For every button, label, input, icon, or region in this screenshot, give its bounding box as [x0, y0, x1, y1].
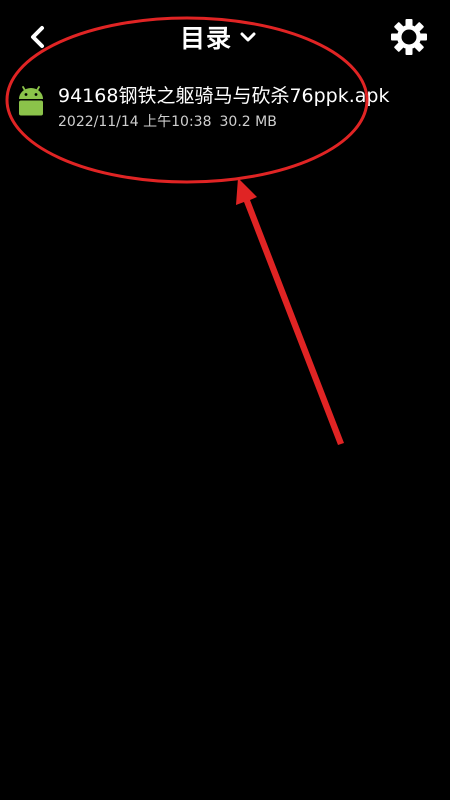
file-name: 94168钢铁之躯骑马与砍杀76ppk.apk	[58, 85, 390, 107]
annotation-arrow	[236, 178, 344, 445]
gear-icon	[391, 19, 427, 55]
top-bar: 目录	[0, 0, 450, 76]
back-button[interactable]	[22, 20, 56, 54]
settings-button[interactable]	[388, 16, 430, 58]
chevron-left-icon	[31, 26, 44, 48]
chevron-down-icon	[240, 32, 256, 42]
android-icon	[19, 86, 43, 116]
directory-dropdown[interactable]: 目录	[180, 18, 258, 56]
file-meta: 2022/11/14 上午10:38 30.2 MB	[58, 111, 277, 131]
file-date: 2022/11/14 上午10:38	[58, 114, 212, 130]
file-size: 30.2 MB	[219, 114, 277, 130]
page-title: 目录	[180, 24, 233, 53]
file-list-item[interactable]: 94168钢铁之躯骑马与砍杀76ppk.apk 2022/11/14 上午10:…	[0, 76, 450, 136]
